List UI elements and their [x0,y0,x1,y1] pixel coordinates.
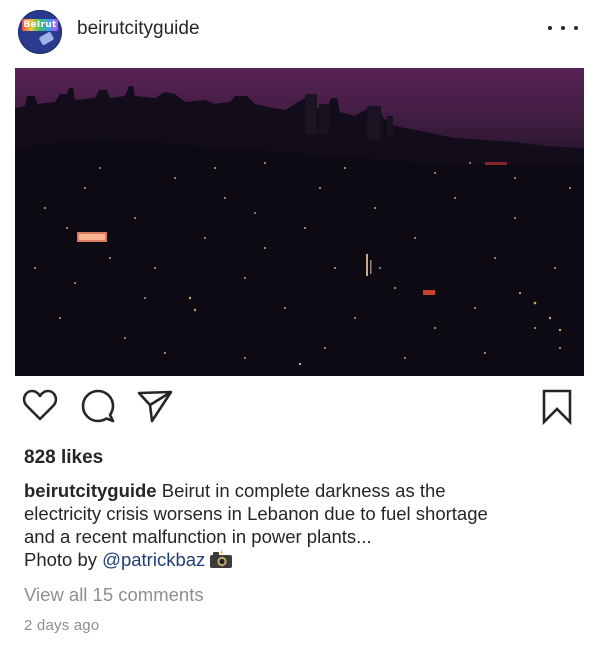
bookmark-icon[interactable] [540,388,580,432]
post-header: BeIrut beirutcityguide [0,0,597,62]
avatar-logo-text: BeIrut [22,19,58,31]
post-caption: beirutcityguide Beirut in complete darkn… [24,479,579,574]
caption-line-3: and a recent malfunction in power plants… [24,526,372,547]
caption-text-1: Beirut in complete darkness as the [161,480,446,501]
view-all-comments-link[interactable]: View all 15 comments [24,584,204,606]
more-options-icon[interactable] [548,18,578,38]
comment-bubble-icon[interactable] [80,388,120,432]
caption-line-1: beirutcityguide Beirut in complete darkn… [24,479,579,502]
likes-count[interactable]: 828 likes [24,447,103,469]
post-username[interactable]: beirutcityguide [77,18,200,40]
post-photo[interactable] [15,68,584,376]
post-actions [0,388,597,436]
caption-line-2: electricity crisis worsens in Lebanon du… [24,503,488,524]
caption-line-4: Photo by @patrickbaz [24,548,579,574]
night-city-photo [15,68,584,376]
avatar[interactable]: BeIrut [18,10,62,54]
caption-username[interactable]: beirutcityguide [24,480,157,501]
heart-icon[interactable] [22,388,62,432]
photo-credit-label: Photo by [24,549,98,570]
avatar-tag-icon [38,31,55,46]
post-timestamp: 2 days ago [24,617,100,634]
camera-flash-emoji [209,549,233,574]
mention-link[interactable]: @patrickbaz [102,549,205,570]
paper-plane-icon[interactable] [136,388,176,432]
